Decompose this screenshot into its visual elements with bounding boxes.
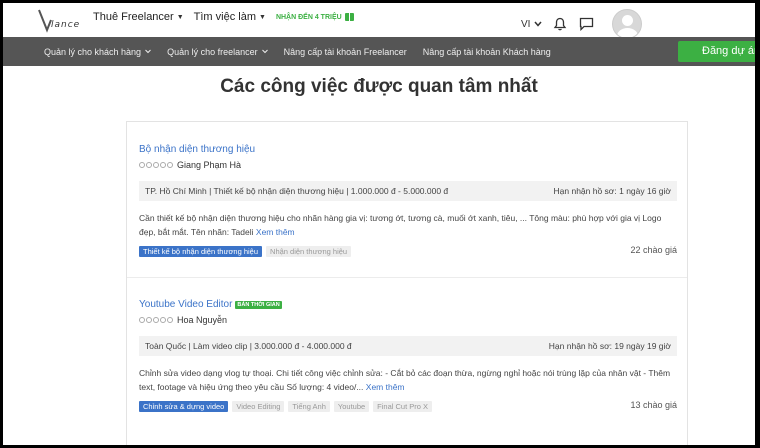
job-title-link[interactable]: Bộ nhận diện thương hiệu bbox=[139, 144, 677, 155]
caret-down-icon: ▼ bbox=[176, 13, 184, 21]
subnav-upgrade-freelancer[interactable]: Nâng cấp tài khoản Freelancer bbox=[284, 47, 407, 57]
nav-find-jobs[interactable]: Tìm việc làm ▼ bbox=[194, 11, 266, 23]
chevron-down-icon bbox=[534, 21, 543, 27]
client-info: Hoa Nguyễn bbox=[139, 315, 677, 325]
client-name[interactable]: Giang Phạm Hà bbox=[177, 160, 241, 170]
language-label: VI bbox=[521, 18, 531, 30]
job-description-text: Cần thiết kế bộ nhận diện thương hiệu ch… bbox=[139, 213, 662, 237]
avatar[interactable] bbox=[612, 9, 643, 39]
subnav-item-label: Nâng cấp tài khoản Freelancer bbox=[283, 46, 407, 57]
tag[interactable]: Thiết kế bộ nhận diện thương hiệu bbox=[139, 245, 263, 257]
subnav-upgrade-client[interactable]: Nâng cấp tài khoản Khách hàng bbox=[423, 47, 551, 57]
bid-count: 22 chào giá bbox=[630, 245, 677, 255]
job-description: Cần thiết kế bộ nhận diện thương hiệu ch… bbox=[139, 211, 677, 239]
bell-icon[interactable] bbox=[552, 16, 568, 32]
see-more-link[interactable]: Xem thêm bbox=[366, 382, 405, 392]
tag[interactable]: Video Editing bbox=[232, 400, 285, 412]
job-title[interactable]: Youtube Video Editor bbox=[139, 299, 232, 310]
nav-find-jobs-label: Tìm việc làm bbox=[193, 11, 256, 23]
rating-stars-icon bbox=[139, 317, 173, 323]
job-deadline: Hạn nhận hồ sơ: 19 ngày 19 giờ bbox=[548, 341, 671, 351]
subnav-item-label: Quản lý cho khách hàng bbox=[44, 46, 142, 57]
subnav-freelancer-management[interactable]: Quản lý cho freelancer bbox=[167, 47, 268, 57]
job-meta: TP. Hồ Chí Minh | Thiết kế bộ nhận diện … bbox=[139, 181, 677, 201]
part-time-badge: BÁN THỜI GIAN bbox=[235, 300, 282, 309]
gift-icon bbox=[344, 13, 354, 21]
chat-icon[interactable] bbox=[578, 16, 594, 32]
tag[interactable]: Final Cut Pro X bbox=[373, 400, 433, 412]
see-more-link[interactable]: Xem thêm bbox=[256, 227, 295, 237]
logo-text: lance bbox=[51, 20, 81, 30]
subnav-item-label: Quản lý cho freelancer bbox=[167, 46, 258, 57]
job-tags: Thiết kế bộ nhận diện thương hiệu Nhận d… bbox=[139, 245, 677, 257]
secondary-nav: Quản lý cho khách hàng Quản lý cho freel… bbox=[3, 37, 755, 66]
page-title: Các công việc được quan tâm nhất bbox=[220, 76, 538, 97]
job-tags: Chỉnh sửa & dựng video Video Editing Tiế… bbox=[139, 400, 677, 412]
top-nav: Thuê Freelancer ▼ Tìm việc làm ▼ NHẬN ĐẾ… bbox=[93, 11, 354, 23]
client-info: Giang Phạm Hà bbox=[139, 160, 677, 170]
nav-hire-freelancer[interactable]: Thuê Freelancer ▼ bbox=[93, 11, 184, 23]
tag[interactable]: Tiếng Anh bbox=[288, 400, 330, 412]
post-project-button[interactable]: Đăng dự án bbox=[678, 41, 755, 62]
job-description: Chỉnh sửa video dạng vlog tự thoại. Chi … bbox=[139, 366, 677, 394]
job-title-link[interactable]: Youtube Video Editor BÁN THỜI GIAN bbox=[139, 299, 677, 310]
job-item: Youtube Video Editor BÁN THỜI GIAN Hoa N… bbox=[139, 299, 677, 412]
tag[interactable]: Chỉnh sửa & dựng video bbox=[139, 400, 229, 412]
browser-page: lance Thuê Freelancer ▼ Tìm việc làm ▼ N… bbox=[3, 3, 755, 445]
chevron-down-icon bbox=[145, 49, 151, 54]
client-name[interactable]: Hoa Nguyễn bbox=[177, 315, 227, 325]
job-title[interactable]: Bộ nhận diện thương hiệu bbox=[139, 144, 255, 155]
tag[interactable]: Youtube bbox=[333, 400, 370, 412]
rating-stars-icon bbox=[139, 162, 173, 168]
divider bbox=[127, 277, 687, 278]
right-nav: VI bbox=[521, 9, 643, 39]
bid-count: 13 chào giá bbox=[630, 400, 677, 410]
job-deadline: Hạn nhận hồ sơ: 1 ngày 16 giờ bbox=[553, 186, 671, 196]
subnav-item-label: Nâng cấp tài khoản Khách hàng bbox=[422, 46, 551, 57]
job-item: Bộ nhận diện thương hiệu Giang Phạm Hà T… bbox=[139, 144, 677, 257]
chevron-down-icon bbox=[261, 49, 268, 54]
language-selector[interactable]: VI bbox=[521, 18, 543, 30]
job-meta-left: TP. Hồ Chí Minh | Thiết kế bộ nhận diện … bbox=[145, 186, 449, 196]
subnav-client-management[interactable]: Quản lý cho khách hàng bbox=[44, 47, 151, 57]
nav-hire-freelancer-label: Thuê Freelancer bbox=[93, 11, 174, 23]
promo-label: NHẬN ĐẾN 4 TRIỆU bbox=[275, 13, 342, 21]
jobs-list: Bộ nhận diện thương hiệu Giang Phạm Hà T… bbox=[126, 121, 688, 445]
top-header: lance Thuê Freelancer ▼ Tìm việc làm ▼ N… bbox=[3, 3, 755, 39]
promo-link[interactable]: NHẬN ĐẾN 4 TRIỆU bbox=[276, 13, 354, 21]
vlance-logo[interactable]: lance bbox=[37, 6, 81, 34]
job-meta-left: Toàn Quốc | Làm video clip | 3.000.000 đ… bbox=[145, 341, 352, 351]
job-meta: Toàn Quốc | Làm video clip | 3.000.000 đ… bbox=[139, 336, 677, 356]
tag[interactable]: Nhận diện thương hiệu bbox=[266, 245, 352, 257]
caret-down-icon: ▼ bbox=[259, 13, 266, 21]
job-description-text: Chỉnh sửa video dạng vlog tự thoại. Chi … bbox=[139, 368, 671, 392]
